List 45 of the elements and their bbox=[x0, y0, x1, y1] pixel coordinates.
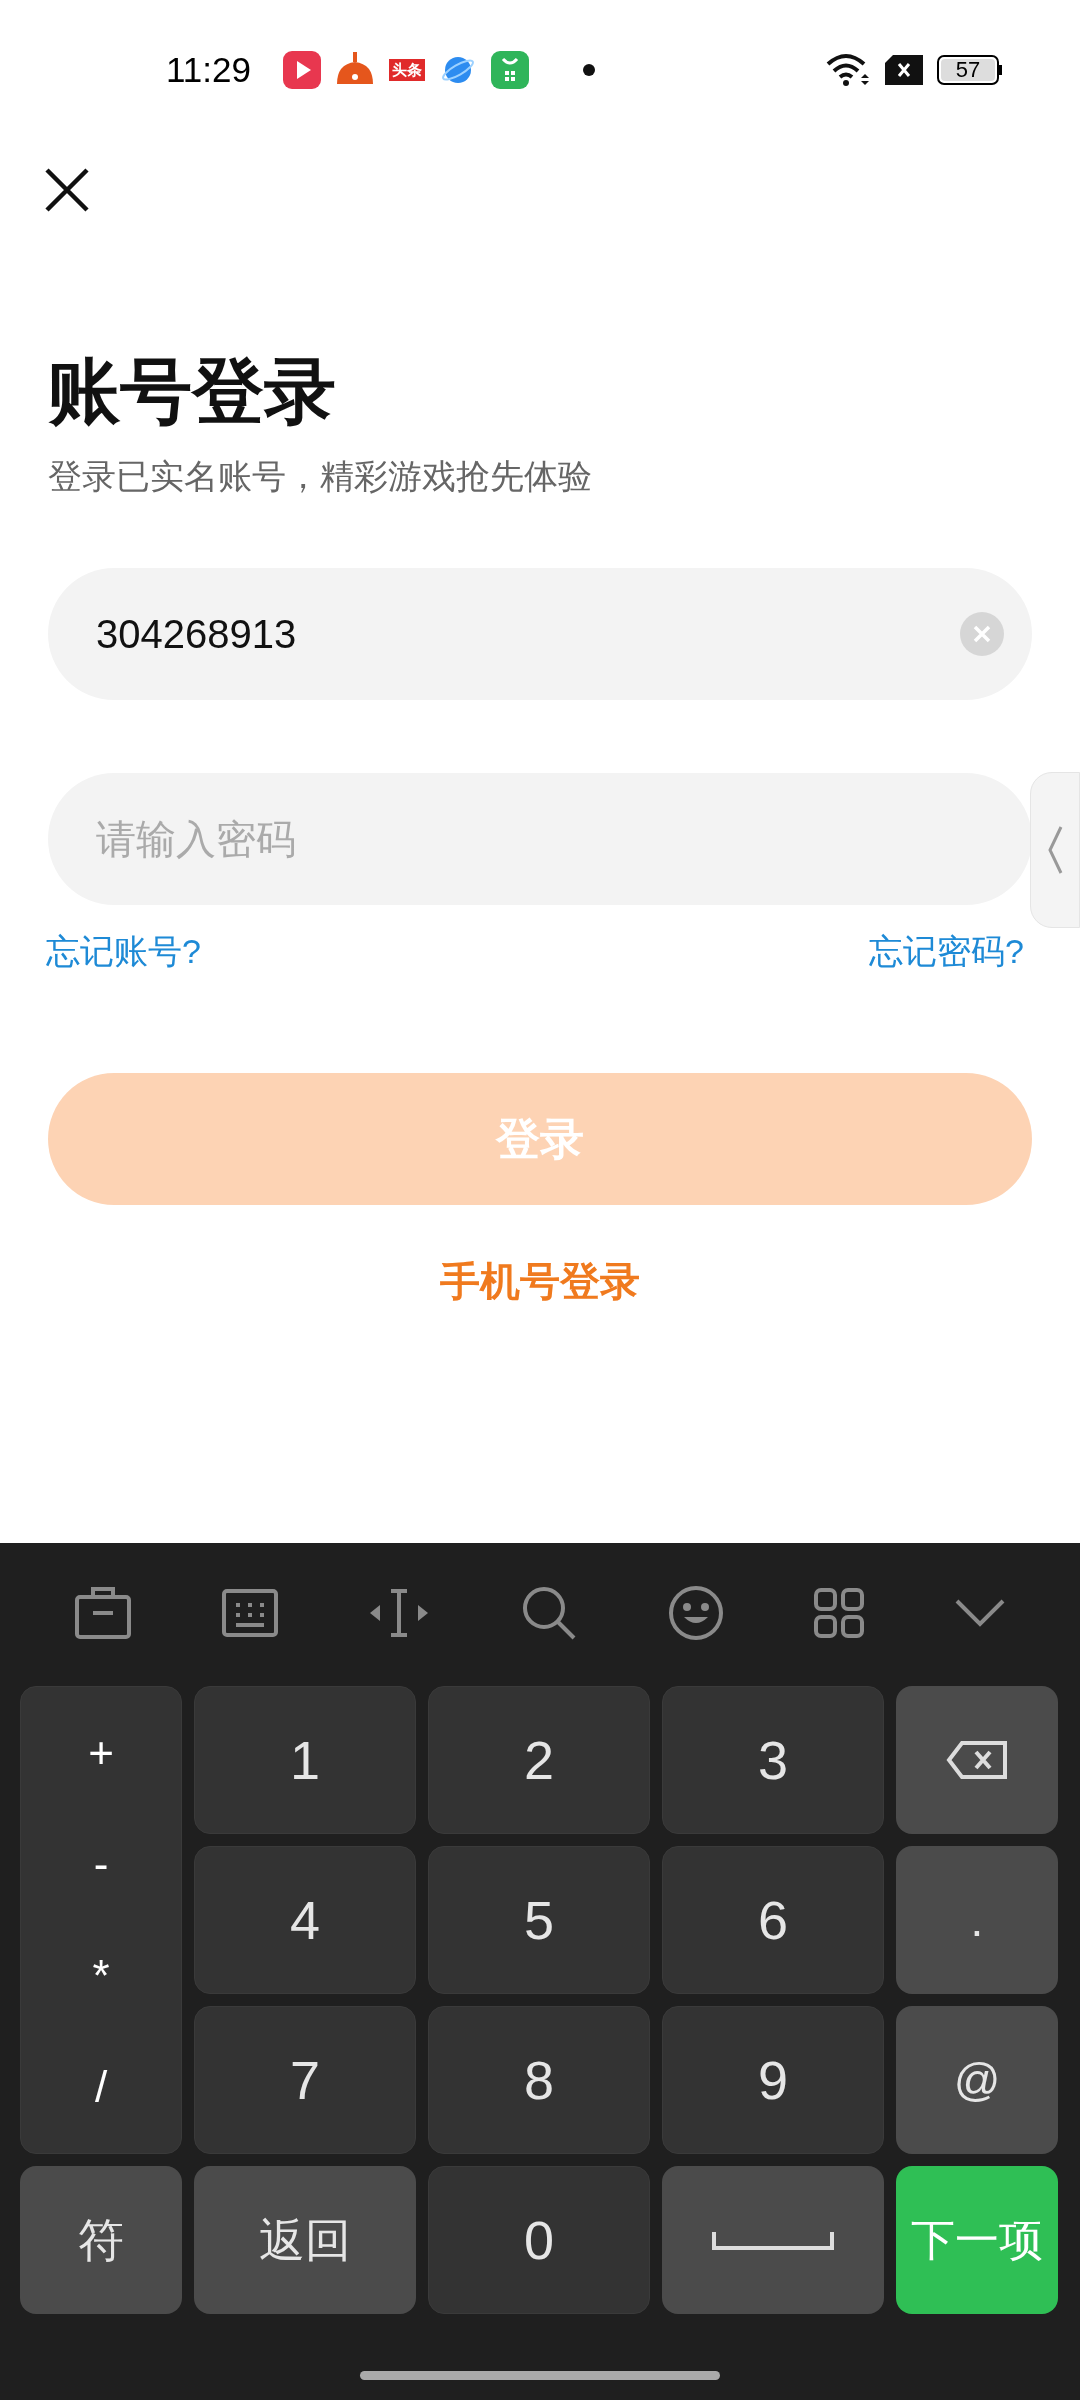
status-time: 11:29 bbox=[166, 48, 251, 91]
symbol-key[interactable]: - bbox=[93, 1842, 109, 1887]
digit-key[interactable]: 2 bbox=[428, 1686, 650, 1834]
password-field[interactable]: 请输入密码 bbox=[48, 773, 1032, 905]
collapse-icon[interactable] bbox=[954, 1598, 1005, 1628]
close-icon[interactable] bbox=[44, 167, 90, 213]
function-key[interactable]: @ bbox=[896, 2006, 1058, 2154]
search-icon[interactable] bbox=[520, 1585, 577, 1641]
symbol-key[interactable]: + bbox=[88, 1730, 114, 1775]
page-subtitle: 登录已实名账号，精彩游戏抢先体验 bbox=[48, 456, 593, 497]
digit-key[interactable]: 5 bbox=[428, 1846, 650, 1994]
function-key[interactable]: . bbox=[896, 1846, 1058, 1994]
account-field[interactable]: 304268913 bbox=[48, 568, 1032, 700]
digit-key[interactable]: 4 bbox=[194, 1846, 416, 1994]
smiley-icon[interactable] bbox=[667, 1585, 724, 1641]
symbol-key[interactable]: * bbox=[92, 1953, 110, 1998]
wifi-icon bbox=[825, 52, 871, 88]
function-key[interactable]: 符 bbox=[20, 2166, 182, 2314]
video-app-icon bbox=[283, 51, 321, 89]
digit-key[interactable]: 0 bbox=[428, 2166, 650, 2314]
no-sim-icon bbox=[885, 55, 923, 85]
shopping-bag-app-icon bbox=[491, 51, 529, 89]
chevron-left-icon bbox=[1047, 825, 1063, 875]
backspace-icon bbox=[946, 1740, 1008, 1780]
page-title: 账号登录 bbox=[48, 350, 337, 433]
digit-key[interactable]: 1 bbox=[194, 1686, 416, 1834]
space-icon bbox=[711, 2229, 835, 2251]
digit-key[interactable]: 9 bbox=[662, 2006, 884, 2154]
function-key[interactable]: 返回 bbox=[194, 2166, 416, 2314]
side-handle[interactable] bbox=[1030, 772, 1080, 928]
forgot-account-link[interactable]: 忘记账号? bbox=[46, 929, 201, 973]
dot-icon bbox=[583, 64, 595, 76]
briefcase-icon[interactable] bbox=[75, 1587, 132, 1639]
forgot-password-link[interactable]: 忘记密码? bbox=[869, 929, 1024, 973]
backspace-key[interactable] bbox=[896, 1686, 1058, 1834]
digit-key[interactable]: 6 bbox=[662, 1846, 884, 1994]
digit-key[interactable]: 3 bbox=[662, 1686, 884, 1834]
grid-icon[interactable] bbox=[814, 1588, 865, 1638]
keyboard-icon[interactable] bbox=[221, 1589, 278, 1637]
battery-icon: 57 bbox=[937, 55, 1002, 85]
account-value: 304268913 bbox=[96, 611, 298, 658]
digit-key[interactable]: 8 bbox=[428, 2006, 650, 2154]
symbol-key[interactable]: / bbox=[94, 2065, 108, 2110]
news-app-icon: 头条 bbox=[389, 59, 425, 81]
digit-key[interactable]: 7 bbox=[194, 2006, 416, 2154]
